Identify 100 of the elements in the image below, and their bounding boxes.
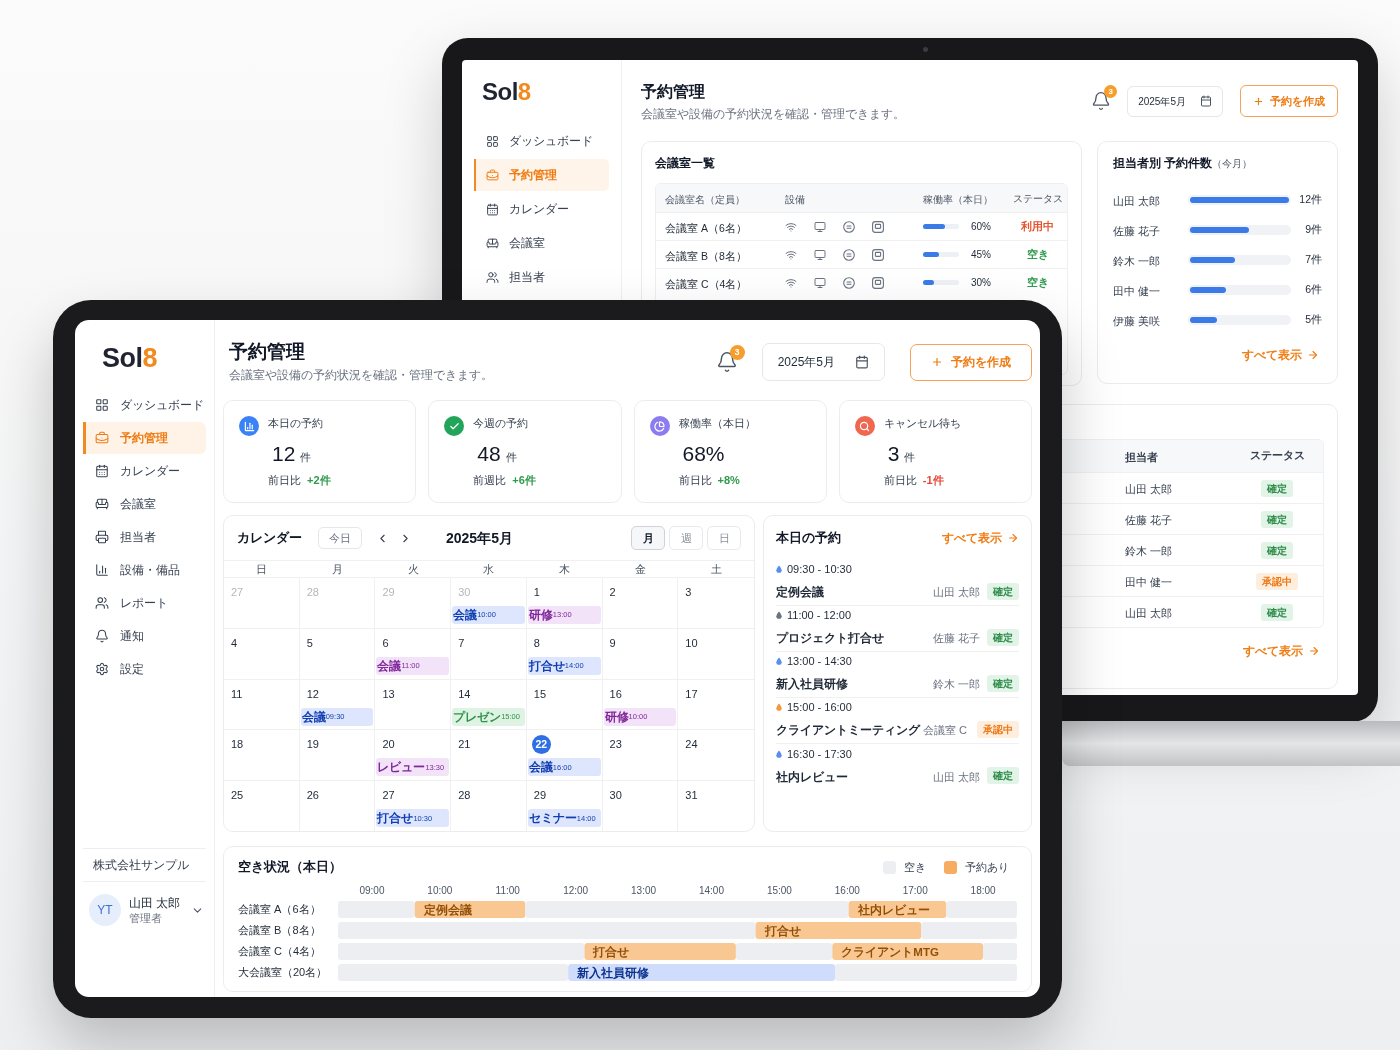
day-number: 28 (458, 788, 471, 804)
day-number: 6 (382, 635, 389, 651)
arrow-right-icon (1308, 645, 1320, 657)
grid-icon (95, 398, 109, 412)
column-header: 稼働率（本日） (923, 194, 993, 205)
status-badge: 承認中 (1256, 572, 1298, 590)
reservation-title: 新入社員研修 (776, 677, 848, 691)
user-role: 管理者 (129, 911, 162, 925)
reservation-title: 社内レビュー (776, 769, 848, 784)
day-number: 23 (609, 737, 622, 753)
count: 7件 (1305, 252, 1322, 268)
time-range: 11:00 - 12:00 (787, 608, 851, 622)
person-name: 伊藤 美咲 (1113, 315, 1160, 327)
booking-label: クライアントMTG (841, 946, 939, 958)
comparison-label: 前日比 (268, 473, 301, 487)
usage-rate: 45% (971, 248, 991, 262)
person-name: 佐藤 花子 (933, 632, 981, 644)
day-number: 27 (231, 585, 244, 600)
day-number: 12 (306, 686, 319, 702)
day-number: 19 (306, 737, 319, 753)
bell-icon[interactable] (1091, 91, 1112, 111)
nav-item[interactable]: レポート (83, 587, 206, 619)
person-name: 山田 太郎 (1125, 483, 1172, 495)
weekday: 月 (332, 562, 344, 576)
nav-item[interactable]: 担当者 (474, 261, 609, 293)
wifi-icon (785, 220, 797, 233)
people-icon (486, 270, 499, 284)
nav-item[interactable]: ダッシュボード (474, 125, 609, 157)
day-number: 3 (685, 585, 692, 600)
nav-item[interactable]: ダッシュボード (83, 389, 206, 421)
column-header: 設備 (785, 194, 805, 205)
person-name: 山田 太郎 (1113, 195, 1160, 207)
stat-value: 68% (682, 442, 725, 466)
status-badge: 確定 (987, 674, 1019, 692)
column-header: ステータス (1249, 448, 1305, 464)
time-label: 14:00 (698, 883, 724, 898)
room-name: 会議室 A（6名） (665, 221, 747, 234)
stat-unit: 件 (300, 450, 312, 465)
logo: Sol8 (102, 344, 158, 372)
weekday: 木 (559, 562, 571, 576)
weekday: 水 (483, 562, 495, 576)
legend-label: 予約あり (965, 859, 1009, 875)
monitor-icon (814, 248, 826, 261)
monitor-icon (814, 276, 826, 289)
count: 9件 (1305, 222, 1322, 238)
view-tab[interactable]: 週 (669, 526, 703, 550)
time-range: 16:30 - 17:30 (787, 746, 852, 761)
day-number: 13 (382, 686, 395, 702)
time-label: 15:00 (766, 883, 792, 898)
day-number: 10 (685, 635, 698, 651)
view-tab[interactable]: 月 (631, 526, 665, 550)
nav-item[interactable]: 会議室 (83, 488, 206, 520)
nav-item[interactable]: 通知 (83, 620, 206, 652)
nav-item[interactable]: 会議室 (474, 227, 609, 259)
room-label: 会議室 B（8名） (238, 923, 321, 939)
room-label: 大会議室（20名） (238, 965, 328, 981)
column-header: 担当者 (1125, 451, 1158, 463)
status-badge: 確定 (1261, 479, 1293, 497)
nav-item[interactable]: 担当者 (83, 521, 206, 553)
day-number: 25 (231, 788, 244, 804)
today-button[interactable]: 今日 (318, 527, 362, 549)
change-value: +6件 (512, 473, 536, 487)
weekday: 火 (407, 562, 419, 576)
sofa-icon (95, 497, 109, 511)
stat-label: 今週の予約 (473, 416, 529, 430)
calendar-icon (855, 355, 869, 369)
booking-label: 打合せ (764, 925, 801, 937)
plus-icon (931, 356, 943, 368)
room-label: 会議室 A（6名） (238, 902, 321, 918)
day-number: 29 (382, 585, 395, 600)
nav-item[interactable]: カレンダー (474, 193, 609, 225)
booking-label: 定例会議 (423, 904, 472, 916)
month-picker[interactable]: 2025年5月 (761, 343, 885, 381)
person-name: 佐藤 花子 (1125, 514, 1172, 526)
reservation-title: プロジェクト打合せ (776, 631, 884, 645)
calendar-icon (486, 202, 499, 216)
circle-lines-icon (843, 248, 855, 261)
bell-icon[interactable] (715, 351, 738, 373)
sofa-icon (486, 236, 499, 250)
stat-label: キャンセル待ち (883, 416, 961, 430)
day-number: 28 (306, 585, 319, 600)
day-number: 4 (231, 635, 238, 651)
legend-label: 空き (904, 859, 926, 875)
month-picker[interactable]: 2025年5月 (1127, 85, 1223, 117)
time-label: 13:00 (631, 883, 657, 898)
booking-label: 社内レビュー (857, 904, 930, 916)
square-frame-icon (872, 220, 884, 233)
printer-icon (95, 530, 109, 544)
person-name: 田中 健一 (1125, 576, 1172, 588)
nav-item[interactable]: カレンダー (83, 455, 206, 487)
status-badge: 確定 (1261, 541, 1293, 559)
nav-item[interactable]: 設定 (83, 653, 206, 685)
booking-label: 新入社員研修 (577, 967, 650, 979)
comparison-label: 前日比 (678, 473, 712, 487)
grid-icon (486, 134, 499, 148)
page-title: 予約管理 (641, 82, 705, 102)
change-value: +8% (717, 473, 740, 487)
time-label: 09:00 (359, 883, 385, 898)
briefcase-icon (95, 431, 109, 445)
nav-item[interactable]: 設備・備品 (83, 554, 206, 586)
